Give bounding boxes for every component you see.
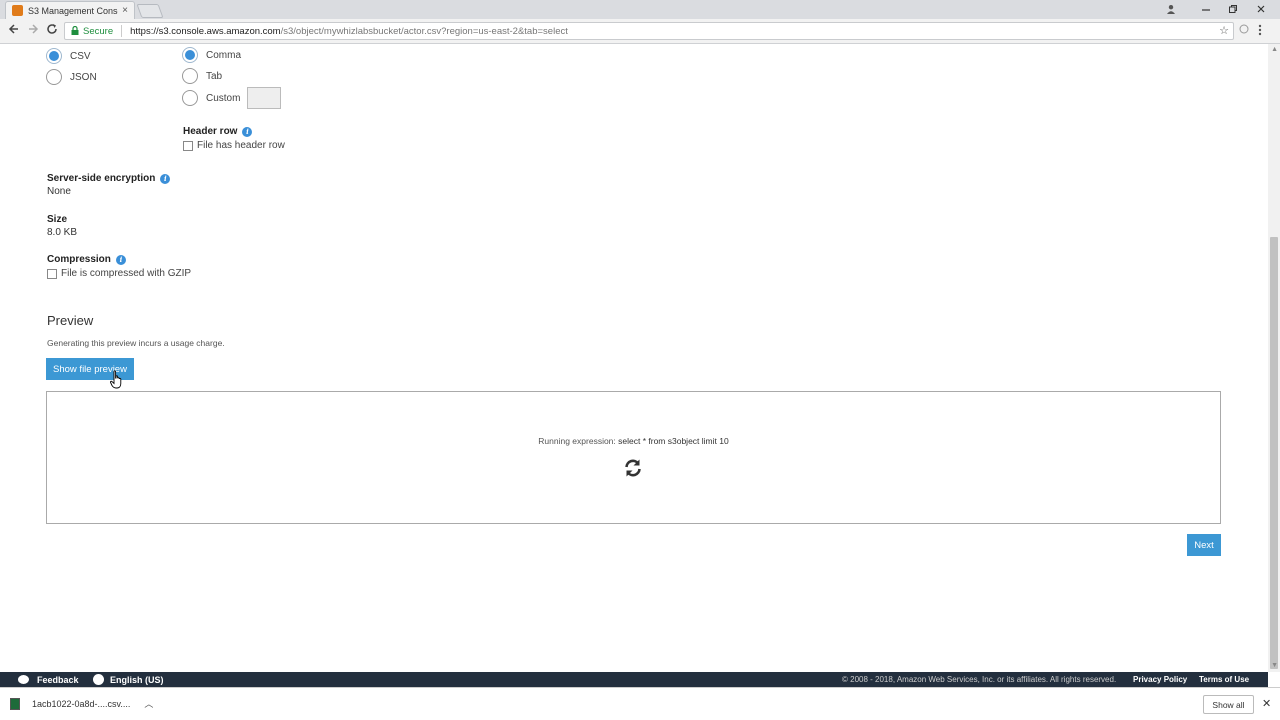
format-radio-json[interactable]: JSON [46, 69, 97, 85]
chevron-up-icon[interactable]: ︿ [144, 697, 153, 710]
expression-text: select * from s3object limit 10 [618, 436, 729, 446]
extension-icon[interactable] [1239, 24, 1249, 37]
browser-tab-strip: S3 Management Console × [0, 0, 1280, 19]
checkbox-label: File has header row [197, 140, 285, 151]
profile-icon[interactable] [1166, 1, 1176, 17]
address-separator [121, 25, 123, 37]
minimize-icon[interactable] [1201, 1, 1211, 17]
info-icon[interactable]: i [115, 254, 126, 265]
scroll-thumb[interactable] [1270, 237, 1278, 669]
running-label: Running expression: [538, 436, 616, 446]
globe-icon [93, 674, 104, 685]
refresh-spinner-icon [625, 459, 641, 477]
privacy-policy-link[interactable]: Privacy Policy [1133, 675, 1187, 684]
show-all-downloads-button[interactable]: Show all [1203, 695, 1254, 714]
running-expression: Running expression: select * from s3obje… [47, 436, 1220, 446]
preview-heading: Preview [47, 313, 94, 328]
bookmark-star-icon[interactable]: ☆ [1219, 24, 1229, 37]
aws-favicon-icon [12, 5, 23, 16]
encryption-label-text: Server-side encryption [47, 173, 156, 184]
preview-panel: Running expression: select * from s3obje… [46, 391, 1221, 524]
header-row-label-text: Header row [183, 126, 238, 137]
secure-label: Secure [83, 25, 114, 37]
console-footer: Feedback English (US) © 2008 - 2018, Ama… [0, 672, 1268, 687]
preview-note: Generating this preview incurs a usage c… [47, 338, 225, 348]
back-arrow-icon[interactable] [6, 23, 22, 38]
download-file-name: 1acb1022-0a8d-....csv.... [32, 698, 131, 709]
size-value: 8.0 KB [47, 227, 78, 238]
tab-title: S3 Management Console [28, 5, 118, 16]
feedback-label: Feedback [37, 674, 79, 685]
new-tab-button[interactable] [136, 4, 164, 18]
download-shelf: 1acb1022-0a8d-....csv.... ︿ Show all ✕ [0, 687, 1280, 720]
radio-circle[interactable] [46, 48, 62, 64]
page-content: CSV JSON Comma Tab Custom Header row i F… [0, 44, 1268, 672]
checkbox-box[interactable] [183, 140, 193, 151]
url-path: /s3/object/mywhizlabsbucket/actor.csv?re… [280, 25, 568, 37]
radio-label: Comma [206, 49, 242, 61]
radio-circle[interactable] [182, 68, 198, 84]
radio-circle[interactable] [46, 69, 62, 85]
feedback-link[interactable]: Feedback [18, 675, 79, 685]
header-row-label: Header row i [183, 126, 253, 137]
radio-label: Tab [206, 70, 223, 82]
language-label: English (US) [110, 674, 164, 685]
lock-icon [71, 25, 79, 37]
browser-toolbar: Secure https://s3.console.aws.amazon.com… [0, 19, 1280, 44]
delimiter-radio-tab[interactable]: Tab [182, 68, 222, 84]
hand-cursor-icon [110, 370, 122, 389]
copyright-text: © 2008 - 2018, Amazon Web Services, Inc.… [842, 675, 1117, 684]
next-button[interactable]: Next [1187, 534, 1221, 556]
download-shelf-close-icon[interactable]: ✕ [1262, 697, 1271, 710]
window-close-icon[interactable] [1256, 1, 1266, 17]
terms-of-use-link[interactable]: Terms of Use [1199, 675, 1249, 684]
menu-kebab-icon[interactable] [1258, 24, 1262, 39]
size-label-text: Size [47, 214, 68, 225]
scroll-down-arrow-icon[interactable]: ▼ [1271, 662, 1278, 669]
speech-bubble-icon [18, 675, 29, 684]
page-scrollbar[interactable]: ▲ ▼ [1268, 44, 1280, 672]
tab-close-icon[interactable]: × [122, 5, 128, 16]
delimiter-radio-comma[interactable]: Comma [182, 47, 241, 63]
header-row-checkbox[interactable]: File has header row [183, 140, 285, 151]
size-label: Size [47, 214, 67, 225]
format-radio-csv[interactable]: CSV [46, 48, 91, 64]
compression-checkbox[interactable]: File is compressed with GZIP [47, 268, 191, 279]
restore-icon[interactable] [1228, 1, 1238, 17]
address-bar[interactable]: Secure https://s3.console.aws.amazon.com… [64, 22, 1234, 40]
language-selector[interactable]: English (US) [93, 674, 164, 685]
info-icon[interactable]: i [242, 126, 253, 137]
reload-icon[interactable] [44, 23, 60, 38]
checkbox-label: File is compressed with GZIP [61, 268, 192, 279]
radio-circle[interactable] [182, 47, 198, 63]
encryption-label: Server-side encryption i [47, 173, 171, 184]
radio-label: Custom [206, 92, 241, 104]
browser-tab[interactable]: S3 Management Console × [5, 1, 135, 19]
delimiter-radio-custom[interactable]: Custom [182, 87, 282, 109]
csv-file-icon [10, 697, 20, 710]
url-host: https://s3.console.aws.amazon.com [130, 25, 281, 37]
compression-label: Compression i [47, 254, 126, 265]
forward-arrow-icon[interactable] [25, 23, 41, 38]
custom-delimiter-input[interactable] [247, 87, 282, 109]
radio-label: CSV [70, 50, 91, 62]
scroll-up-arrow-icon[interactable]: ▲ [1271, 46, 1278, 53]
checkbox-box[interactable] [47, 268, 57, 279]
info-icon[interactable]: i [160, 173, 171, 184]
encryption-value: None [47, 186, 71, 197]
compression-label-text: Compression [47, 254, 111, 265]
download-item[interactable]: 1acb1022-0a8d-....csv.... ︿ [10, 697, 153, 710]
radio-label: JSON [70, 71, 97, 83]
radio-circle[interactable] [182, 90, 198, 106]
